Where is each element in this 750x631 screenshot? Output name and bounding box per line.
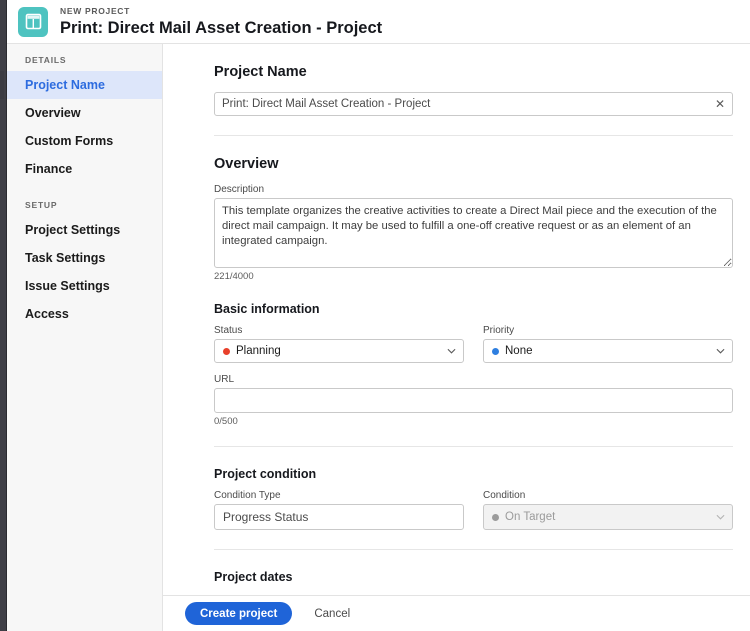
chevron-down-icon: [447, 347, 456, 356]
condition-type-input[interactable]: [214, 504, 464, 530]
form-footer: Create project Cancel: [163, 595, 750, 631]
sidebar-item-finance[interactable]: Finance: [7, 155, 162, 183]
description-textarea[interactable]: This template organizes the creative act…: [214, 198, 733, 268]
sidebar-item-access[interactable]: Access: [7, 300, 162, 328]
sidebar-section-setup-label: SETUP: [25, 200, 58, 210]
section-project-condition: Project condition Condition Type Conditi…: [214, 447, 733, 550]
section-heading: Basic information: [214, 302, 320, 316]
sidebar-section-details-label: DETAILS: [25, 55, 67, 65]
section-project-dates: Project dates: [214, 550, 733, 584]
status-label: Status: [214, 325, 243, 336]
priority-dropdown[interactable]: None: [483, 339, 733, 363]
sidebar-item-label: Project Settings: [25, 223, 121, 237]
sidebar-item-overview[interactable]: Overview: [7, 99, 162, 127]
condition-value: On Target: [505, 511, 556, 523]
cancel-button[interactable]: Cancel: [314, 608, 350, 620]
sidebar-item-label: Access: [25, 307, 69, 321]
condition-label: Condition: [483, 490, 526, 501]
status-dot-icon: [223, 347, 230, 355]
description-char-counter: 221/4000: [214, 271, 254, 282]
close-icon[interactable]: ✕: [713, 97, 727, 111]
page-title: Print: Direct Mail Asset Creation - Proj…: [60, 18, 383, 37]
sidebar-item-custom-forms[interactable]: Custom Forms: [7, 127, 162, 155]
header-eyebrow: NEW PROJECT: [60, 5, 131, 16]
sidebar-item-task-settings[interactable]: Task Settings: [7, 244, 162, 272]
page-header: NEW PROJECT Print: Direct Mail Asset Cre…: [7, 0, 750, 44]
section-heading: Overview: [214, 156, 279, 172]
sidebar-item-label: Finance: [25, 162, 73, 176]
chevron-down-icon: [716, 347, 725, 356]
sidebar-item-label: Issue Settings: [25, 279, 110, 293]
section-project-name: Project Name ✕: [214, 44, 733, 136]
url-label: URL: [214, 374, 235, 385]
condition-type-label: Condition Type: [214, 490, 281, 501]
condition-dot-icon: [492, 513, 499, 521]
status-dropdown[interactable]: Planning: [214, 339, 464, 363]
create-project-button[interactable]: Create project: [185, 602, 293, 625]
section-overview: Overview Description This template organ…: [214, 136, 733, 282]
sidebar-item-label: Custom Forms: [25, 134, 114, 148]
sidebar: DETAILS Project Name Overview Custom For…: [0, 44, 163, 631]
condition-dropdown: On Target: [483, 504, 733, 530]
project-template-icon: [18, 6, 48, 37]
sidebar-item-project-settings[interactable]: Project Settings: [7, 216, 162, 244]
status-value: Planning: [236, 345, 281, 357]
description-label: Description: [214, 184, 265, 195]
priority-dot-icon: [492, 347, 499, 355]
project-name-input[interactable]: [214, 92, 733, 116]
section-heading: Project dates: [214, 570, 293, 584]
sidebar-item-label: Overview: [25, 106, 81, 120]
sidebar-item-label: Project Name: [25, 78, 105, 92]
sidebar-item-project-name[interactable]: Project Name: [0, 71, 162, 99]
chevron-down-icon: [716, 513, 725, 522]
section-heading: Project condition: [214, 467, 317, 481]
form-content: Project Name ✕ Overview Description This…: [163, 44, 750, 595]
priority-label: Priority: [483, 325, 515, 336]
sidebar-item-issue-settings[interactable]: Issue Settings: [7, 272, 162, 300]
priority-value: None: [505, 345, 533, 357]
section-basic-information: Basic information Status Planning Priori…: [214, 282, 733, 447]
sidebar-item-label: Task Settings: [25, 251, 106, 265]
url-input[interactable]: [214, 388, 733, 413]
url-char-counter: 0/500: [214, 416, 238, 427]
section-heading: Project Name: [214, 64, 307, 80]
